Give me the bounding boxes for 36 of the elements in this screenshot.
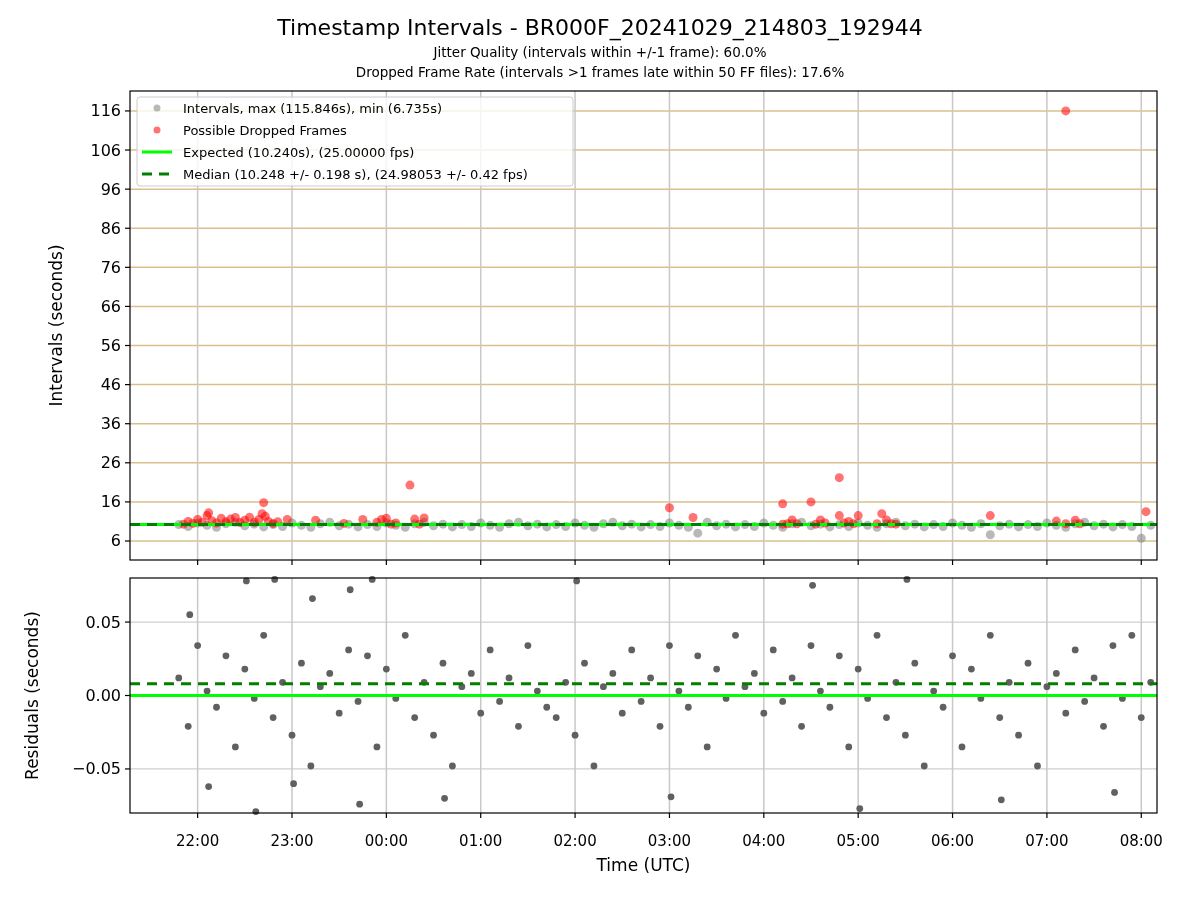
tick-label: 116	[90, 101, 121, 121]
tick-label: 07:00	[1025, 832, 1069, 851]
tick-label: 04:00	[742, 832, 786, 851]
tick-label: 22:00	[176, 832, 220, 851]
legend-label: Median (10.248 +/- 0.198 s), (24.98053 +/- 0.42 fps)	[183, 166, 528, 182]
tick-label: 46	[100, 375, 121, 395]
tick-label: 36	[100, 414, 121, 434]
tick-label: 106	[90, 140, 121, 160]
axis-title: Residuals (seconds)	[22, 611, 42, 780]
tick-label: 26	[100, 453, 121, 473]
tick-label: 16	[100, 492, 121, 512]
tick-label: 01:00	[459, 832, 503, 851]
axis-title: Intervals (seconds)	[46, 244, 66, 407]
tick-label: 23:00	[270, 832, 314, 851]
tick-label: 00:00	[364, 832, 408, 851]
tick-label: 06:00	[930, 832, 975, 851]
tick-label: 05:00	[836, 832, 880, 851]
tick-label: 0.00	[85, 686, 121, 705]
tick-label: 56	[100, 336, 121, 355]
axis-title: Time (UTC)	[596, 855, 691, 875]
tick-label: 03:00	[647, 832, 692, 851]
tick-label: 02:00	[553, 832, 597, 851]
tick-label: 66	[100, 296, 121, 316]
legend-label: Expected (10.240s), (25.00000 fps)	[183, 144, 415, 160]
chart-subtitle: Dropped Frame Rate (intervals >1 frames late within 50 FF files): 17.6%	[355, 63, 845, 82]
tick-label: 08:00	[1119, 832, 1163, 851]
tick-label: 0.05	[85, 612, 121, 632]
legend-label: Intervals, max (115.846s), min (6.735s)	[183, 100, 442, 116]
tick-label: −0.05	[71, 759, 121, 779]
tick-label: 76	[100, 257, 121, 277]
legend-label: Possible Dropped Frames	[183, 122, 347, 138]
tick-label: 6	[110, 531, 121, 551]
chart-title: Timestamp Intervals - BR000F_20241029_214803_192944	[277, 14, 923, 42]
tick-label: 86	[100, 218, 121, 238]
tick-label: 96	[100, 179, 121, 199]
chart-subtitle: Jitter Quality (intervals within +/-1 frame): 60.0%	[433, 43, 767, 62]
